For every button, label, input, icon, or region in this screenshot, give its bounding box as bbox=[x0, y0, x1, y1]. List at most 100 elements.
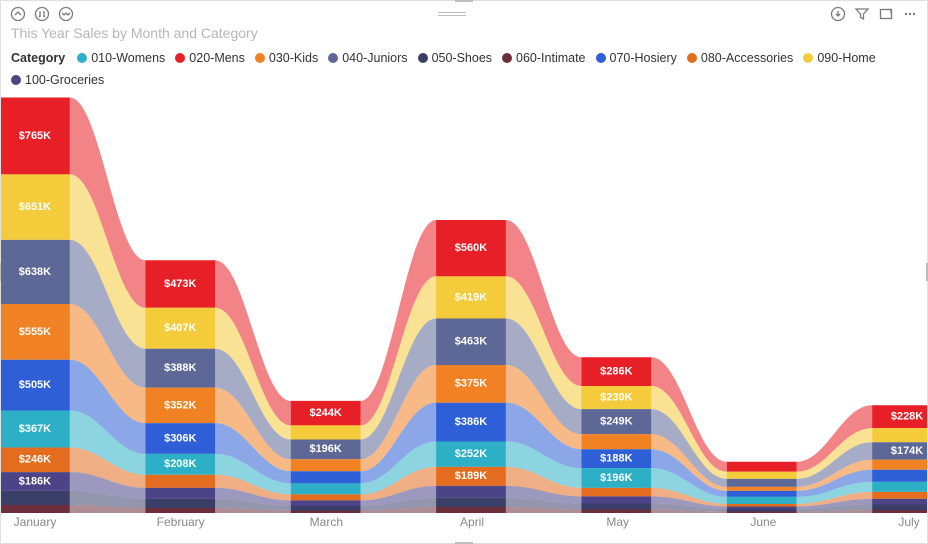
x-tick: January bbox=[14, 515, 57, 529]
x-tick: April bbox=[460, 515, 484, 529]
resize-handle-top[interactable] bbox=[455, 0, 473, 2]
value-label: $174K bbox=[891, 445, 923, 457]
ribbon-segment[interactable] bbox=[872, 504, 927, 510]
value-label: $196K bbox=[309, 443, 341, 455]
value-label: $208K bbox=[164, 458, 196, 470]
more-options-icon[interactable] bbox=[901, 5, 919, 23]
legend-label: 020-Mens bbox=[189, 51, 245, 65]
legend-item[interactable]: 100-Groceries bbox=[11, 73, 104, 87]
value-label: $419K bbox=[455, 291, 487, 303]
ribbon-segment[interactable] bbox=[727, 487, 797, 491]
chart-title: This Year Sales by Month and Category bbox=[1, 25, 927, 45]
ribbon-segment[interactable] bbox=[727, 462, 797, 472]
value-label: $228K bbox=[891, 411, 923, 423]
value-label: $473K bbox=[164, 278, 196, 290]
ribbon-segment[interactable] bbox=[727, 479, 797, 487]
ribbon-segment[interactable] bbox=[291, 471, 361, 483]
legend-item[interactable]: 050-Shoes bbox=[418, 51, 492, 65]
value-label: $188K bbox=[600, 453, 632, 465]
legend-label: 070-Hosiery bbox=[610, 51, 677, 65]
ribbon-segment[interactable] bbox=[872, 499, 927, 505]
x-tick: March bbox=[310, 515, 343, 529]
legend-label: 040-Juniors bbox=[342, 51, 407, 65]
ribbon-segment[interactable] bbox=[291, 459, 361, 471]
drill-down-icon[interactable] bbox=[33, 5, 51, 23]
value-label: $367K bbox=[19, 423, 51, 435]
filter-icon[interactable] bbox=[853, 5, 871, 23]
chart-area: $765K$651K$638K$555K$505K$367K$246K$186K… bbox=[1, 89, 927, 543]
legend-label: 060-Intimate bbox=[516, 51, 585, 65]
legend-swatch bbox=[803, 53, 813, 63]
legend-swatch bbox=[328, 53, 338, 63]
visual-frame: This Year Sales by Month and Category Ca… bbox=[0, 0, 928, 544]
value-label: $765K bbox=[19, 130, 51, 142]
value-label: $375K bbox=[455, 378, 487, 390]
value-label: $388K bbox=[164, 362, 196, 374]
value-label: $249K bbox=[600, 416, 632, 428]
ribbon-segment[interactable] bbox=[145, 475, 215, 488]
legend-label: 010-Womens bbox=[91, 51, 165, 65]
drag-grip-icon[interactable] bbox=[438, 10, 466, 18]
ribbon-segment[interactable] bbox=[872, 470, 927, 482]
ribbon-segment[interactable] bbox=[436, 486, 506, 498]
export-icon[interactable] bbox=[829, 5, 847, 23]
legend: Category 010-Womens020-Mens030-Kids040-J… bbox=[1, 45, 927, 93]
legend-item[interactable]: 080-Accessories bbox=[687, 51, 793, 65]
ribbon-segment[interactable] bbox=[727, 491, 797, 497]
ribbon-segment[interactable] bbox=[872, 492, 927, 499]
value-label: $306K bbox=[164, 432, 196, 444]
focus-mode-icon[interactable] bbox=[877, 5, 895, 23]
ribbon-segment[interactable] bbox=[581, 434, 651, 449]
value-label: $505K bbox=[19, 379, 51, 391]
legend-swatch bbox=[687, 53, 697, 63]
value-label: $651K bbox=[19, 201, 51, 213]
legend-swatch bbox=[255, 53, 265, 63]
ribbon-segment[interactable] bbox=[872, 482, 927, 492]
legend-item[interactable]: 070-Hosiery bbox=[596, 51, 677, 65]
ribbon-segment[interactable] bbox=[291, 494, 361, 500]
legend-item[interactable]: 040-Juniors bbox=[328, 51, 407, 65]
ribbon-segment[interactable] bbox=[727, 506, 797, 509]
ribbon-segment[interactable] bbox=[581, 496, 651, 503]
value-label: $186K bbox=[19, 475, 51, 487]
ribbon-segment[interactable] bbox=[1, 505, 70, 513]
legend-swatch bbox=[418, 53, 428, 63]
ribbon-segment[interactable] bbox=[145, 488, 215, 499]
legend-item[interactable]: 060-Intimate bbox=[502, 51, 585, 65]
ribbon-segment[interactable] bbox=[727, 472, 797, 479]
ribbon-segment[interactable] bbox=[581, 488, 651, 497]
ribbon-segment[interactable] bbox=[291, 500, 361, 506]
value-label: $246K bbox=[19, 454, 51, 466]
ribbon-segment[interactable] bbox=[581, 503, 651, 509]
ribbon-segment[interactable] bbox=[872, 428, 927, 442]
legend-swatch bbox=[77, 53, 87, 63]
value-label: $230K bbox=[600, 391, 632, 403]
ribbon-segment[interactable] bbox=[291, 425, 361, 439]
value-label: $560K bbox=[455, 242, 487, 254]
x-tick: February bbox=[157, 515, 205, 529]
legend-item[interactable]: 090-Home bbox=[803, 51, 875, 65]
legend-label: 090-Home bbox=[817, 51, 875, 65]
drill-up-icon[interactable] bbox=[9, 5, 27, 23]
ribbon-segment[interactable] bbox=[872, 460, 927, 470]
legend-swatch bbox=[175, 53, 185, 63]
ribbon-segment[interactable] bbox=[727, 504, 797, 507]
legend-item[interactable]: 020-Mens bbox=[175, 51, 245, 65]
ribbon-segment[interactable] bbox=[291, 483, 361, 494]
legend-item[interactable]: 030-Kids bbox=[255, 51, 318, 65]
value-label: $352K bbox=[164, 399, 196, 411]
ribbon-segment[interactable] bbox=[291, 506, 361, 511]
ribbon-segment[interactable] bbox=[727, 509, 797, 512]
ribbon-segment[interactable] bbox=[436, 498, 506, 507]
ribbon-segment[interactable] bbox=[727, 497, 797, 504]
expand-hierarchy-icon[interactable] bbox=[57, 5, 75, 23]
legend-item[interactable]: 010-Womens bbox=[77, 51, 165, 65]
legend-label: 050-Shoes bbox=[432, 51, 492, 65]
value-label: $286K bbox=[600, 366, 632, 378]
value-label: $386K bbox=[455, 416, 487, 428]
value-label: $555K bbox=[19, 326, 51, 338]
ribbon-segment[interactable] bbox=[145, 499, 215, 508]
ribbon-segment[interactable] bbox=[1, 491, 70, 505]
x-tick: June bbox=[750, 515, 776, 529]
x-tick: May bbox=[606, 515, 629, 529]
